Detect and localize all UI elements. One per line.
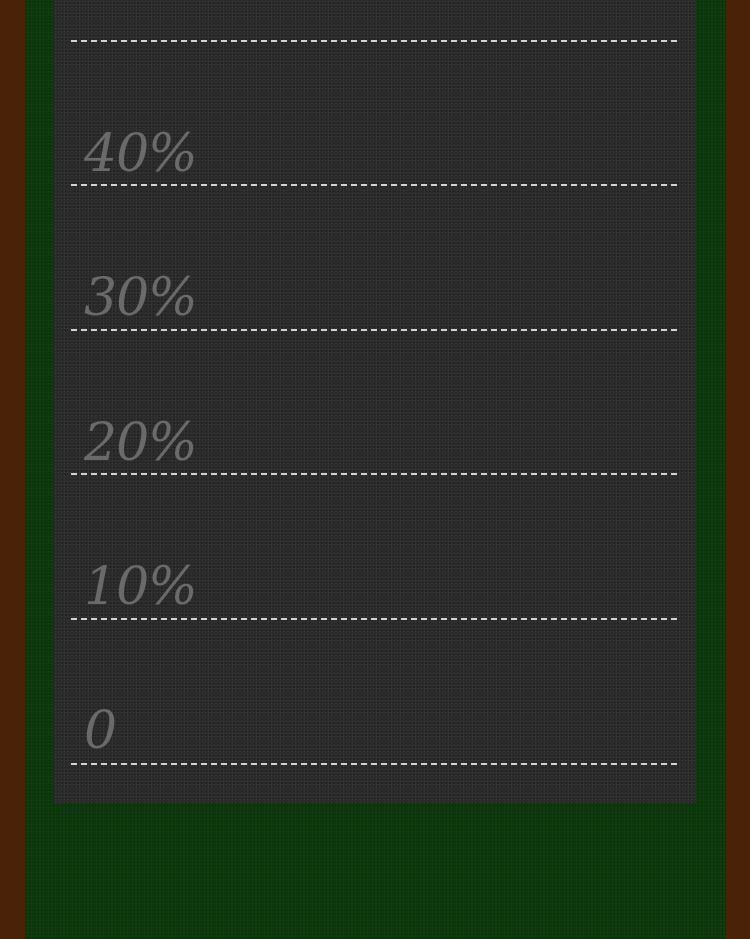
gridline-20 — [71, 473, 677, 475]
scale-label-40: 40% — [84, 124, 198, 184]
scale-label-0: 0 — [84, 701, 117, 761]
scale-label-30: 30% — [84, 268, 198, 328]
chalkboard-panel — [54, 0, 696, 804]
scale-label-10: 10% — [84, 557, 198, 617]
scale-label-20: 20% — [84, 413, 198, 473]
gridline-10 — [71, 618, 677, 620]
gridline-30 — [71, 329, 677, 331]
gridline-top — [71, 40, 677, 42]
gridline-0 — [71, 763, 677, 765]
gridline-40 — [71, 184, 677, 186]
